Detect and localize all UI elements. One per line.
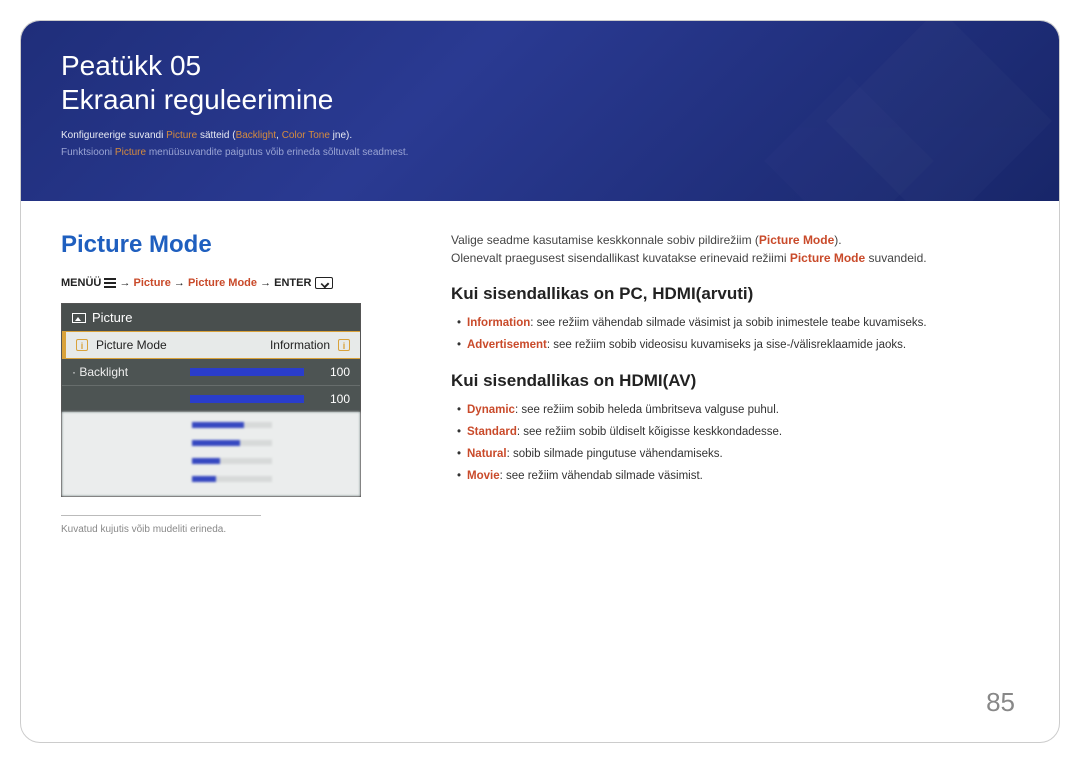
list-item: Dynamic: see režiim sobib heleda ümbrits… bbox=[457, 402, 1019, 419]
slider bbox=[190, 395, 304, 403]
info-icon bbox=[338, 339, 350, 351]
osd-blurred-rows bbox=[62, 412, 360, 496]
image-footnote: Kuvatud kujutis võib mudeliti erineda. bbox=[61, 524, 401, 535]
menu-icon bbox=[104, 278, 116, 288]
osd-row-backlight: · Backlight 100 bbox=[62, 359, 360, 385]
left-column: Picture Mode MENÜÜ → Picture → Picture M… bbox=[61, 231, 401, 535]
subhead-hdmi-av: Kui sisendallikas on HDMI(AV) bbox=[451, 368, 1019, 394]
info-icon bbox=[76, 339, 88, 351]
list-item: Movie: see režiim vähendab silmade väsim… bbox=[457, 468, 1019, 485]
osd-row-picture-mode: Picture Mode Information bbox=[62, 331, 360, 359]
section-title: Picture Mode bbox=[61, 231, 401, 259]
picture-icon bbox=[72, 313, 86, 323]
slider bbox=[190, 368, 304, 376]
osd-screenshot: Picture Picture Mode Information · Backl… bbox=[61, 303, 361, 497]
osd-row-generic: 100 bbox=[62, 385, 360, 412]
hero-decor bbox=[739, 21, 1059, 201]
footnote-rule bbox=[61, 515, 261, 516]
osd-header: Picture bbox=[62, 304, 360, 331]
list-item: Advertisement: see režiim sobib videosis… bbox=[457, 337, 1019, 354]
right-column: Valige seadme kasutamise keskkonnale sob… bbox=[451, 231, 1019, 535]
list-item: Information: see režiim vähendab silmade… bbox=[457, 315, 1019, 332]
list-item: Standard: see režiim sobib üldiselt kõig… bbox=[457, 424, 1019, 441]
enter-icon bbox=[315, 277, 333, 289]
intro-line-2: Olenevalt praegusest sisendallikast kuva… bbox=[451, 249, 1019, 267]
menu-path: MENÜÜ → Picture → Picture Mode → ENTER bbox=[61, 277, 401, 289]
page-number: 85 bbox=[986, 687, 1015, 718]
list-item: Natural: sobib silmade pingutuse vähenda… bbox=[457, 446, 1019, 463]
hero-banner: Peatükk 05 Ekraani reguleerimine Konfigu… bbox=[21, 21, 1059, 201]
subhead-pc-hdmi: Kui sisendallikas on PC, HDMI(arvuti) bbox=[451, 281, 1019, 307]
intro-line-1: Valige seadme kasutamise keskkonnale sob… bbox=[451, 231, 1019, 249]
